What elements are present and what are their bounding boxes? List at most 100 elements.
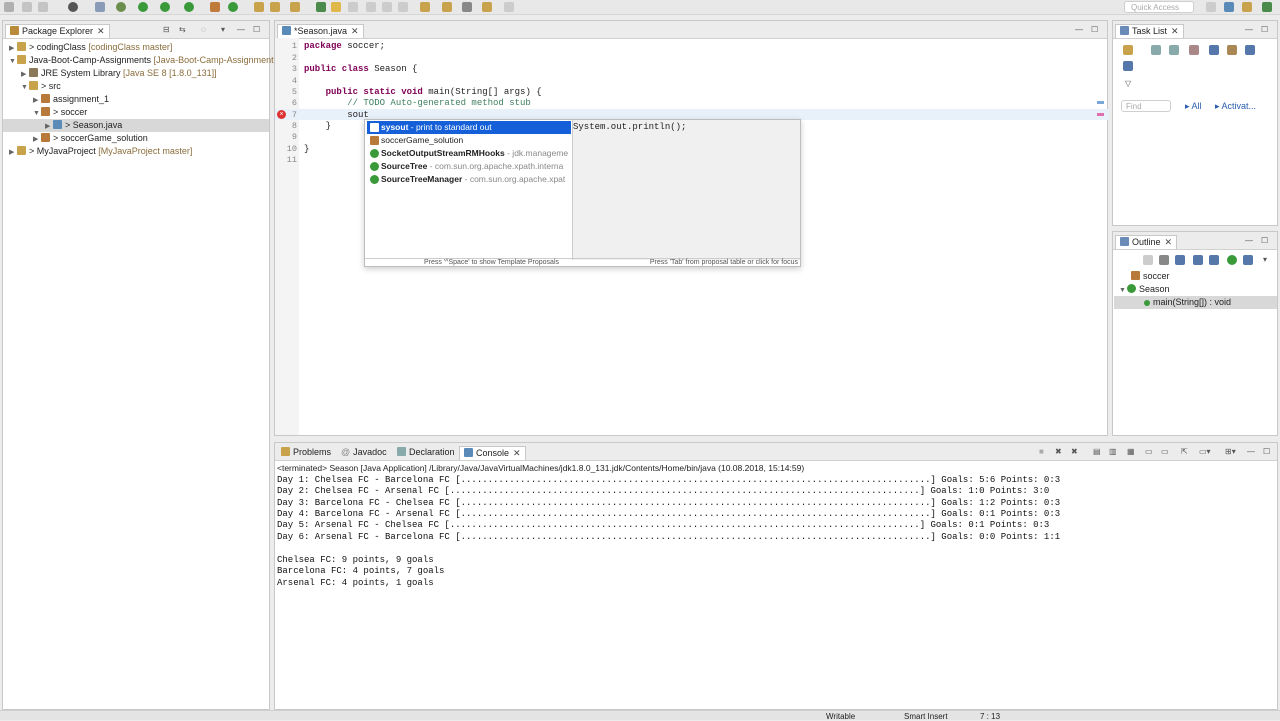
tree-item-soccergame-solution[interactable]: ▶ > soccerGame_solution bbox=[33, 132, 148, 145]
remove-all-launches-icon[interactable]: ✖ bbox=[1071, 447, 1078, 456]
proposal-preview[interactable]: System.out.println(); bbox=[573, 120, 800, 260]
tree-item-assignment-1[interactable]: ▶ assignment_1 bbox=[33, 93, 109, 106]
proposal-item[interactable]: SocketOutputStreamRMHooks - jdk.manageme bbox=[367, 147, 571, 160]
debug-perspective-switch-icon[interactable] bbox=[1262, 2, 1272, 12]
maximize-icon[interactable]: ☐ bbox=[1261, 236, 1268, 245]
quick-access-input[interactable]: Quick Access bbox=[1124, 1, 1194, 13]
scroll-lock-icon[interactable]: ▥ bbox=[1109, 447, 1117, 456]
tab-task-list[interactable]: Task List ✕ bbox=[1115, 24, 1184, 38]
toggle-mark-occurrences-icon[interactable] bbox=[316, 2, 326, 12]
collapse-arrow-icon[interactable]: ▼ bbox=[9, 55, 17, 68]
open-perspective-icon[interactable] bbox=[1206, 2, 1216, 12]
tab-package-explorer[interactable]: Package Explorer ✕ bbox=[5, 24, 110, 38]
close-icon[interactable]: ✕ bbox=[513, 448, 521, 458]
block-selection-icon[interactable] bbox=[348, 2, 358, 12]
code-line[interactable]: } bbox=[304, 144, 309, 154]
close-icon[interactable]: ✕ bbox=[351, 26, 359, 36]
clear-console-icon[interactable]: ▤ bbox=[1093, 447, 1101, 456]
overview-marker[interactable] bbox=[1097, 101, 1104, 104]
display-console-icon[interactable]: ▭▾ bbox=[1199, 447, 1211, 456]
skip-breakpoints-icon[interactable] bbox=[95, 2, 105, 12]
close-icon[interactable]: ✕ bbox=[1165, 237, 1173, 247]
previous-annotation-icon[interactable] bbox=[442, 2, 452, 12]
code-line[interactable]: public static void main(String[] args) { bbox=[304, 87, 542, 97]
hide-fields-icon[interactable] bbox=[1175, 255, 1185, 265]
hide-nonpublic-icon[interactable] bbox=[1209, 255, 1219, 265]
minimize-icon[interactable]: — bbox=[1247, 447, 1255, 456]
tree-item-codingclass[interactable]: ▶ > codingClass [codingClass master] bbox=[9, 41, 172, 54]
collapse-all-icon[interactable] bbox=[1143, 255, 1153, 265]
code-line[interactable]: public class Season { bbox=[304, 64, 417, 74]
activate-link[interactable]: ▸ Activat... bbox=[1215, 101, 1256, 112]
new-task-icon[interactable] bbox=[1123, 45, 1133, 55]
tree-item-jre[interactable]: ▶ JRE System Library [Java SE 8 [1.8.0_13… bbox=[21, 67, 217, 80]
show-on-stdout-icon[interactable]: ▭ bbox=[1145, 447, 1153, 456]
maximize-icon[interactable]: ☐ bbox=[1263, 447, 1270, 456]
hide-local-types-icon[interactable] bbox=[1227, 255, 1237, 265]
minimize-icon[interactable]: — bbox=[1075, 25, 1083, 34]
tab-javadoc[interactable]: @ Javadoc bbox=[337, 446, 391, 460]
sort-icon[interactable] bbox=[1159, 255, 1169, 265]
link-with-editor-icon[interactable]: ⇆ bbox=[179, 25, 186, 34]
debug-perspective-icon[interactable] bbox=[68, 2, 78, 12]
minimize-icon[interactable]: — bbox=[1245, 25, 1253, 34]
tree-item-java-boot-camp[interactable]: ▼ Java-Boot-Camp-Assignments [Java-Boot-C… bbox=[9, 54, 311, 67]
expand-arrow-icon[interactable]: ▶ bbox=[9, 146, 17, 159]
search-icon[interactable] bbox=[290, 2, 300, 12]
find-input[interactable]: Find bbox=[1121, 100, 1171, 112]
git-perspective-icon[interactable] bbox=[1242, 2, 1252, 12]
tab-problems[interactable]: Problems bbox=[277, 446, 335, 460]
next-annotation-icon[interactable] bbox=[420, 2, 430, 12]
minimize-icon[interactable]: — bbox=[1245, 236, 1253, 245]
new-java-package-icon[interactable] bbox=[210, 2, 220, 12]
tab-console[interactable]: Console ✕ bbox=[459, 446, 526, 460]
external-tools-icon[interactable] bbox=[184, 2, 194, 12]
word-wrap-icon[interactable]: ▦ bbox=[1127, 447, 1135, 456]
forward-icon[interactable] bbox=[504, 2, 514, 12]
save-icon[interactable] bbox=[22, 2, 32, 12]
all-link[interactable]: ▸ All bbox=[1185, 101, 1202, 112]
scheduled-icon[interactable] bbox=[1169, 45, 1179, 55]
maximize-icon[interactable]: ☐ bbox=[1091, 25, 1098, 34]
tree-item-soccer[interactable]: ▼ > soccer bbox=[33, 106, 87, 119]
show-ruler-icon[interactable] bbox=[382, 2, 392, 12]
remove-launch-icon[interactable]: ✖ bbox=[1055, 447, 1062, 456]
maximize-icon[interactable]: ☐ bbox=[253, 25, 260, 34]
java-perspective-icon[interactable] bbox=[1224, 2, 1234, 12]
collapse-all-icon[interactable]: ⊟ bbox=[163, 25, 170, 34]
view-menu-icon[interactable]: ▾ bbox=[221, 25, 225, 34]
outline-item-method[interactable]: main(String[]) : void bbox=[1114, 296, 1277, 309]
outline-item-package[interactable]: soccer bbox=[1131, 270, 1170, 283]
debug-icon[interactable] bbox=[116, 2, 126, 12]
filter-icon[interactable] bbox=[1189, 45, 1199, 55]
coverage-icon[interactable] bbox=[160, 2, 170, 12]
hide-static-icon[interactable] bbox=[1193, 255, 1203, 265]
new-icon[interactable] bbox=[4, 2, 14, 12]
view-menu-icon[interactable]: ▾ bbox=[1263, 255, 1267, 264]
link-with-editor-icon[interactable] bbox=[1243, 255, 1253, 265]
focus-icon[interactable]: ◌ bbox=[201, 25, 206, 34]
code-line[interactable]: package soccer; bbox=[304, 41, 385, 51]
overview-error-marker[interactable] bbox=[1097, 113, 1104, 116]
tab-declaration[interactable]: Declaration bbox=[393, 446, 459, 460]
terminate-icon[interactable]: ■ bbox=[1039, 447, 1044, 456]
close-icon[interactable]: ✕ bbox=[97, 26, 105, 36]
tree-item-season-java[interactable]: ▶ > Season.java bbox=[3, 119, 269, 132]
code-line[interactable]: } bbox=[304, 121, 331, 131]
open-console-icon[interactable]: ⊞▾ bbox=[1225, 447, 1236, 456]
new-java-class-icon[interactable] bbox=[228, 2, 238, 12]
last-edit-location-icon[interactable] bbox=[462, 2, 472, 12]
proposal-item[interactable]: SourceTreeManager - com.sun.org.apache.x… bbox=[367, 173, 571, 186]
proposal-item[interactable]: SourceTree - com.sun.org.apache.xpath.in… bbox=[367, 160, 571, 173]
open-task-icon[interactable] bbox=[270, 2, 280, 12]
toggle-highlight-icon[interactable] bbox=[331, 2, 341, 12]
minimize-icon[interactable]: — bbox=[237, 25, 245, 34]
outline-item-class[interactable]: ▼ Season bbox=[1119, 283, 1170, 296]
tree-item-myjavaproject[interactable]: ▶ > MyJavaProject [MyJavaProject master] bbox=[9, 145, 192, 158]
tab-outline[interactable]: Outline ✕ bbox=[1115, 235, 1178, 249]
collapse-all-icon[interactable] bbox=[1245, 45, 1255, 55]
show-source-icon[interactable] bbox=[398, 2, 408, 12]
proposal-item[interactable]: soccerGame_solution bbox=[367, 134, 571, 147]
proposal-item[interactable]: sysout - print to standard out bbox=[367, 121, 571, 134]
show-whitespace-icon[interactable] bbox=[366, 2, 376, 12]
